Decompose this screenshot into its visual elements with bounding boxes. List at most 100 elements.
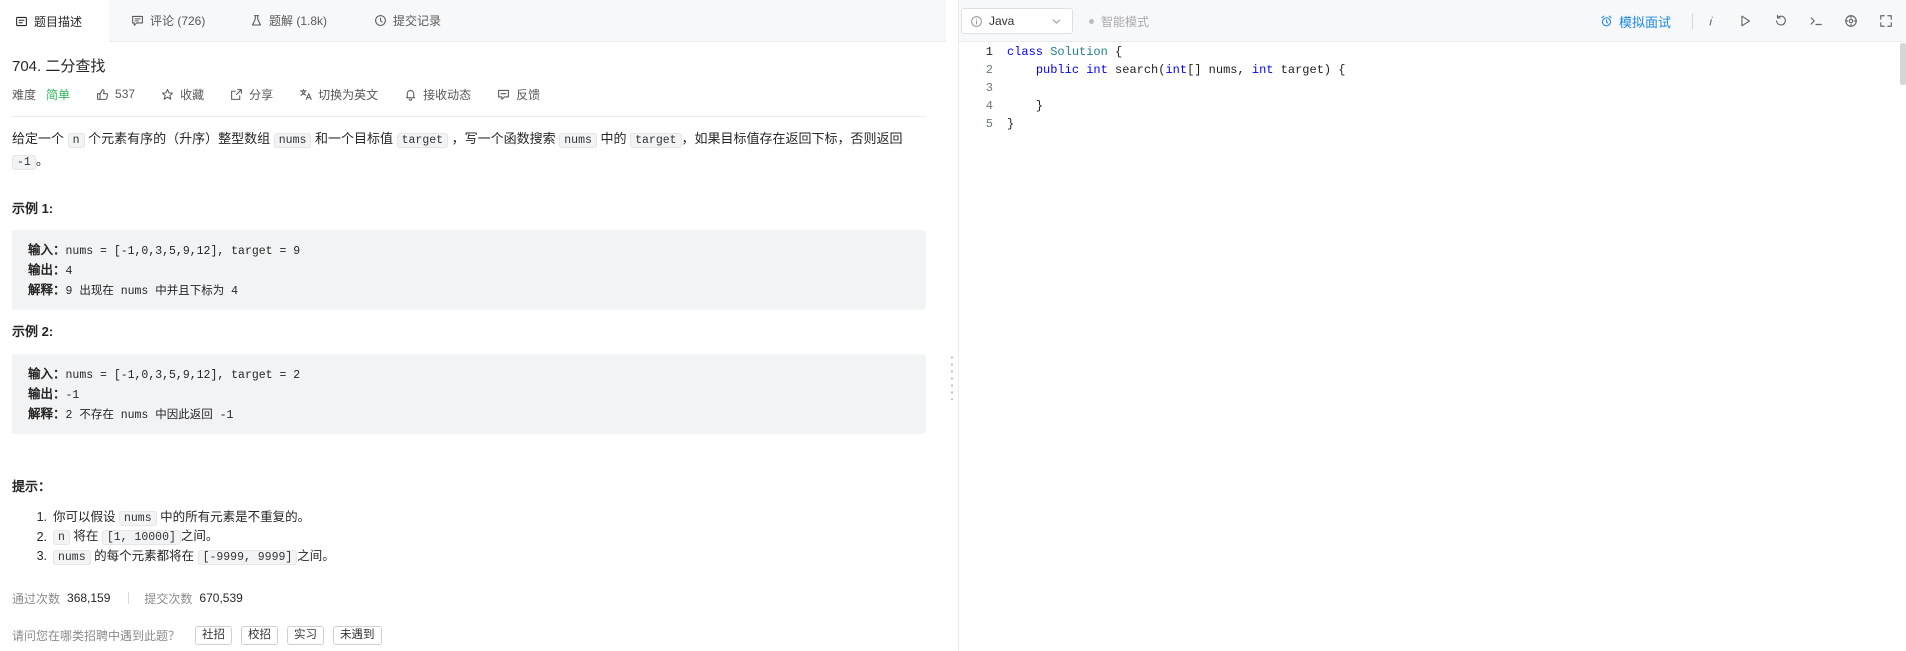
example-output: 输出：4 (28, 260, 910, 280)
info-icon[interactable] (1704, 14, 1718, 28)
line-number: 4 (985, 99, 993, 113)
editor-toolbar: Java 智能模式 模拟面试 (959, 0, 1906, 42)
divider (12, 116, 926, 117)
inline-code: [-9999, 9999] (197, 549, 298, 565)
example-explanation: 解释：2 不存在 nums 中因此返回 -1 (28, 404, 910, 424)
tab-comments[interactable]: 评论 (726) (131, 0, 205, 41)
description-text: ，写一个函数搜索 (448, 131, 560, 146)
problem-panel: 题目描述 评论 (726) 题解 (1.8k) 提交记录 704. 二分查找 难… (0, 0, 946, 651)
hint-text: nums 的每个元素都将在 [-9999, 9999] 之间。 (53, 547, 335, 568)
submissions-count: 670,539 (199, 591, 243, 605)
tab-description[interactable]: 题目描述 (0, 0, 109, 42)
feedback-label: 反馈 (516, 87, 541, 102)
code-text: } (1007, 97, 1043, 115)
star-icon (161, 88, 174, 101)
line-number: 1 (985, 45, 993, 59)
description-text: 个元素有序的（升序）整型数组 (84, 131, 274, 146)
tab-solutions[interactable]: 题解 (1.8k) (250, 0, 327, 41)
code-line: 5 } (959, 115, 1889, 133)
survey-option-campus[interactable]: 校招 (241, 625, 279, 645)
code-keyword: int (1251, 63, 1274, 77)
hint-text: 你可以假设 nums 中的所有元素是不重复的。 (53, 508, 310, 529)
comment-icon (131, 14, 144, 27)
tab-label: 评论 (726) (150, 14, 206, 28)
like-button[interactable]: 537 (96, 87, 135, 101)
hint-number: 3. (36, 549, 47, 563)
code-text: public int search(int[] nums, int target… (1007, 61, 1346, 79)
survey-option-never[interactable]: 未遇到 (333, 625, 382, 645)
code-plain: target) { (1273, 63, 1346, 77)
favorite-button[interactable]: 收藏 (161, 86, 204, 103)
switch-language-button[interactable]: 切换为英文 (299, 86, 378, 103)
description-text: 中的 (596, 131, 631, 146)
problem-meta-row: 难度 简单 537 收藏 分享 切换为英文 接收动态 反馈 (12, 84, 540, 104)
reset-icon[interactable] (1774, 14, 1788, 28)
alarm-icon (1600, 15, 1613, 28)
survey-question: 请问您在哪类招聘中遇到此题？ (12, 628, 181, 643)
inline-code: [1, 10000] (101, 530, 181, 545)
inline-code: target (630, 133, 682, 148)
problem-description: 给定一个 n 个元素有序的（升序）整型数组 nums 和一个目标值 target… (12, 129, 926, 173)
example-input-label: 输入： (28, 243, 66, 257)
tab-label: 题解 (1.8k) (269, 14, 328, 28)
hint-item: 1. 你可以假设 nums 中的所有元素是不重复的。 (12, 508, 926, 528)
subscribe-button[interactable]: 接收动态 (404, 86, 471, 103)
hint-segment: 之间。 (297, 548, 335, 563)
code-editor[interactable]: 1 class Solution { 2 public int search(i… (959, 43, 1889, 133)
code-keyword: int (1165, 63, 1188, 77)
example-1-block: 输入：nums = [-1,0,3,5,9,12], target = 9 输出… (12, 230, 926, 310)
share-icon (230, 88, 243, 101)
submissions-label: 提交次数 (144, 591, 193, 606)
survey-option-social[interactable]: 社招 (195, 625, 233, 645)
panel-resize-handle[interactable] (946, 0, 958, 651)
hint-item: 3. nums 的每个元素都将在 [-9999, 9999] 之间。 (12, 547, 926, 567)
info-circle-icon (970, 15, 983, 28)
fullscreen-icon[interactable] (1879, 14, 1893, 28)
hints-list: 1. 你可以假设 nums 中的所有元素是不重复的。 2. n 将在 [1, 1… (12, 508, 926, 567)
description-icon (15, 15, 28, 28)
tab-label: 提交记录 (393, 14, 442, 28)
code-plain: } (1007, 99, 1044, 113)
example-input-label: 输入： (28, 367, 66, 381)
console-icon[interactable] (1809, 14, 1823, 28)
inline-code: nums (273, 133, 312, 148)
problem-title: 704. 二分查找 (12, 58, 106, 75)
code-keyword: class (1007, 45, 1044, 59)
tab-submissions[interactable]: 提交记录 (374, 0, 441, 41)
smart-mode-label: 智能模式 (1101, 14, 1150, 29)
survey-option-internship[interactable]: 实习 (287, 625, 325, 645)
description-text: ，如果目标值存在返回下标，否则返回 (681, 131, 903, 146)
chevron-down-icon (1050, 15, 1063, 28)
editor-scrollbar[interactable] (1900, 43, 1906, 85)
code-line: 1 class Solution { (959, 43, 1889, 61)
thumbs-up-icon (96, 88, 109, 101)
example-input-value: nums = [-1,0,3,5,9,12], target = 9 (65, 245, 301, 258)
difficulty-badge: 简单 (46, 87, 71, 102)
example-output-value: -1 (65, 389, 80, 402)
run-icon[interactable] (1738, 14, 1752, 28)
language-select[interactable]: Java (961, 8, 1073, 34)
mock-interview-button[interactable]: 模拟面试 (1600, 11, 1671, 31)
example-explanation-label: 解释： (28, 283, 66, 297)
hint-text: n 将在 [1, 10000] 之间。 (53, 527, 218, 548)
bell-icon (404, 88, 417, 101)
difficulty-label: 难度 (12, 87, 37, 102)
stats-separator (128, 592, 130, 604)
hint-number: 2. (36, 529, 47, 544)
example-output-label: 输出： (28, 263, 66, 277)
example-explanation-value: 2 不存在 nums 中因此返回 -1 (65, 409, 234, 422)
settings-icon[interactable] (1844, 14, 1858, 28)
flask-icon (250, 14, 263, 27)
example-2-block: 输入：nums = [-1,0,3,5,9,12], target = 2 输出… (12, 354, 926, 434)
line-number: 3 (985, 81, 993, 95)
share-button[interactable]: 分享 (230, 86, 273, 103)
line-number: 5 (985, 117, 993, 131)
hint-segment: 将在 (69, 529, 102, 543)
language-value: Java (989, 14, 1015, 28)
problem-tabs: 题目描述 评论 (726) 题解 (1.8k) 提交记录 (0, 0, 946, 42)
code-class-name: Solution (1050, 45, 1108, 59)
code-plain: { (1107, 45, 1123, 59)
feedback-button[interactable]: 反馈 (497, 86, 540, 103)
hint-segment: 中的所有元素是不重复的。 (156, 509, 311, 524)
smart-mode-toggle[interactable]: 智能模式 (1089, 12, 1149, 30)
